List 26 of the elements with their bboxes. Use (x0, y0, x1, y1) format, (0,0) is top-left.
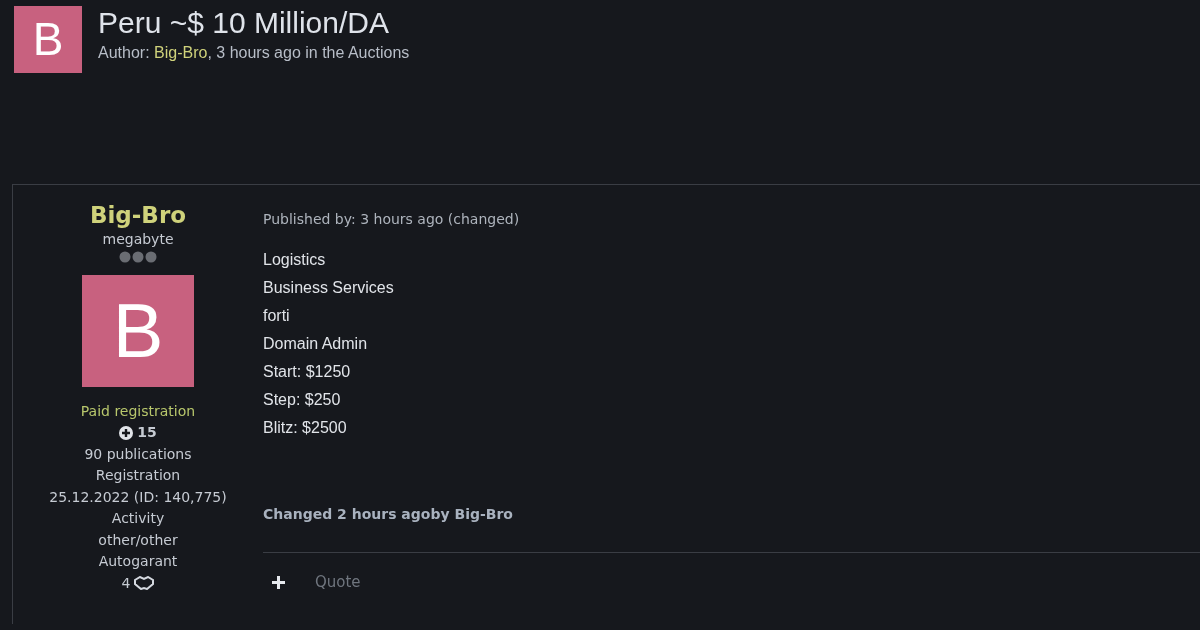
avatar: B (82, 274, 194, 387)
post-date: Published by: 3 hours ago (changed) (263, 210, 521, 229)
topic-title: Peru ~$ 10 Million/DA (98, 6, 390, 41)
username[interactable]: Big-Bro (13, 201, 263, 229)
stat-value: other/other (97, 530, 179, 550)
post-text: Domain Admin (263, 334, 369, 354)
avatar: B (14, 6, 82, 73)
post-text: Business Services (263, 278, 395, 298)
post-text: Step: $250 (263, 390, 342, 410)
author-line: Author: Big-Bro, 3 hours ago in the Auctions (98, 42, 410, 63)
stat-label: Autogarant (97, 552, 179, 571)
user-group: Paid registration (13, 400, 263, 422)
post-text: Start: $1250 (263, 362, 352, 382)
stat-label: Registration (94, 466, 182, 485)
post-text: Logistics (263, 250, 327, 270)
stat-value: 25.12.2022 (ID: 140,775) (48, 487, 228, 507)
stat-label: Activity (110, 509, 166, 528)
stat-value: 4 (121, 573, 131, 593)
post-text: Blitz: $2500 (263, 418, 348, 438)
author-link[interactable]: Big-Bro (154, 43, 208, 61)
edit-note: Changed 2 hours agoby Big-Bro (263, 505, 514, 524)
quote-link[interactable]: Quote (315, 570, 361, 594)
post-text: forti (263, 306, 291, 326)
publication-count: 90 publications (83, 444, 193, 464)
reputation-count: 15 (137, 423, 157, 442)
user-rank: megabyte (101, 230, 175, 249)
